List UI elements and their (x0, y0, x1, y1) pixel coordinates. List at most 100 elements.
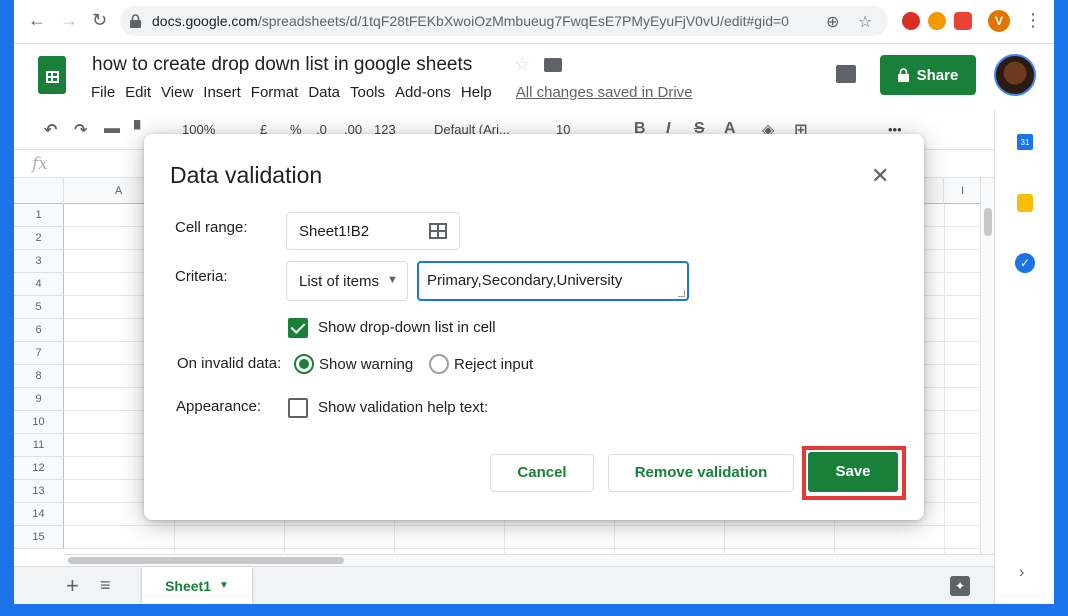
back-icon[interactable]: ← (28, 10, 46, 31)
all-sheets-icon[interactable]: ≡ (100, 575, 111, 596)
row-header[interactable]: 1 (14, 204, 64, 227)
address-bar[interactable]: docs.google.com/spreadsheets/d/1tqF28tFE… (120, 6, 888, 36)
horizontal-scrollbar[interactable] (64, 554, 994, 566)
menu-edit[interactable]: Edit (120, 84, 156, 101)
reject-input-radio[interactable] (429, 354, 449, 374)
menu-addons[interactable]: Add-ons (390, 84, 456, 101)
sheet-tab-label: Sheet1 (165, 577, 211, 594)
browser-profile-avatar[interactable]: V (988, 10, 1010, 32)
chevron-right-icon[interactable]: › (1019, 564, 1024, 582)
share-label: Share (916, 66, 959, 84)
side-panel: 31 ✓ › (994, 110, 1054, 604)
bookmark-star-icon[interactable]: ☆ (858, 12, 872, 32)
browser-toolbar: ← → ↻ docs.google.com/spreadsheets/d/1tq… (14, 0, 1054, 44)
cell-range-input[interactable]: Sheet1!B2 (286, 212, 460, 250)
appearance-label: Appearance: (176, 398, 262, 415)
vertical-scrollbar[interactable] (980, 178, 994, 554)
row-header[interactable]: 6 (14, 319, 64, 342)
share-button[interactable]: Share (880, 55, 976, 95)
menu-format[interactable]: Format (246, 84, 304, 101)
grid-row-line (64, 548, 982, 549)
lock-icon (897, 68, 909, 82)
reload-icon[interactable]: ↻ (92, 10, 107, 31)
browser-menu-icon[interactable]: ⋮ (1024, 10, 1042, 31)
row-header[interactable]: 2 (14, 227, 64, 250)
save-status-link[interactable]: All changes saved in Drive (511, 84, 698, 101)
horizontal-scroll-thumb[interactable] (68, 557, 344, 564)
menu-data[interactable]: Data (303, 84, 345, 101)
sheets-logo-icon[interactable] (38, 56, 66, 94)
zoom-icon[interactable]: ⊕ (826, 12, 839, 32)
row-header[interactable]: 8 (14, 365, 64, 388)
extension-icon[interactable] (902, 12, 920, 30)
row-header[interactable]: 3 (14, 250, 64, 273)
criteria-label: Criteria: (175, 268, 228, 285)
vertical-scroll-thumb[interactable] (984, 208, 992, 236)
close-icon[interactable]: ✕ (871, 165, 889, 187)
menu-view[interactable]: View (156, 84, 198, 101)
chevron-down-icon: ▼ (219, 580, 229, 591)
reject-input-label[interactable]: Reject input (454, 356, 533, 373)
row-header[interactable]: 9 (14, 388, 64, 411)
remove-validation-button[interactable]: Remove validation (608, 454, 794, 492)
show-dropdown-checkbox[interactable] (288, 318, 308, 338)
undo-icon[interactable]: ↶ (44, 120, 57, 140)
menu-tools[interactable]: Tools (345, 84, 390, 101)
help-text-label[interactable]: Show validation help text: (318, 399, 488, 416)
lock-icon (130, 14, 141, 28)
chevron-down-icon: ▼ (387, 274, 398, 286)
sheet-tab[interactable]: Sheet1 ▼ (142, 567, 252, 604)
add-sheet-icon[interactable]: + (66, 573, 79, 599)
row-header[interactable]: 7 (14, 342, 64, 365)
show-warning-label[interactable]: Show warning (319, 356, 413, 373)
comments-icon[interactable] (836, 65, 856, 83)
cell-range-value: Sheet1!B2 (299, 223, 370, 240)
help-text-checkbox[interactable] (288, 398, 308, 418)
column-header[interactable]: I (944, 178, 982, 204)
dialog-title: Data validation (170, 162, 323, 188)
forward-icon[interactable]: → (60, 10, 78, 31)
folder-icon[interactable] (544, 58, 562, 72)
data-validation-dialog: Data validation ✕ Cell range: Sheet1!B2 … (144, 134, 924, 520)
row-header[interactable]: 13 (14, 480, 64, 503)
menu-help[interactable]: Help (456, 84, 497, 101)
redo-icon[interactable]: ↷ (74, 120, 87, 140)
criteria-select[interactable]: List of items ▼ (286, 261, 408, 301)
select-all-corner[interactable] (14, 178, 64, 204)
grid-row-line (64, 525, 982, 526)
star-icon[interactable]: ☆ (514, 54, 530, 75)
menu-insert[interactable]: Insert (198, 84, 246, 101)
tasks-icon[interactable]: ✓ (1015, 253, 1035, 273)
list-items-input[interactable]: Primary,Secondary,University (417, 261, 689, 301)
row-header[interactable]: 10 (14, 411, 64, 434)
select-range-icon[interactable] (429, 223, 447, 239)
extension-icon[interactable] (928, 12, 946, 30)
show-dropdown-label[interactable]: Show drop-down list in cell (318, 319, 496, 336)
cancel-button[interactable]: Cancel (490, 454, 594, 492)
fx-icon: fx (32, 154, 48, 174)
sheet-tabs-bar: + ≡ Sheet1 ▼ ✦ (14, 566, 994, 604)
keep-icon[interactable] (1017, 194, 1033, 212)
row-header[interactable]: 11 (14, 434, 64, 457)
row-header[interactable]: 12 (14, 457, 64, 480)
cell-range-label: Cell range: (175, 219, 248, 236)
row-header[interactable]: 14 (14, 503, 64, 526)
print-icon[interactable]: ▬ (104, 120, 120, 138)
list-items-value: Primary,Secondary,University (427, 272, 623, 289)
show-warning-radio[interactable] (294, 354, 314, 374)
doc-header: how to create drop down list in google s… (14, 44, 1054, 110)
row-header[interactable]: 15 (14, 526, 64, 549)
resize-handle-icon[interactable] (678, 290, 685, 297)
calendar-icon[interactable]: 31 (1017, 134, 1033, 150)
menu-file[interactable]: File (86, 84, 120, 101)
explore-icon[interactable]: ✦ (950, 576, 970, 596)
criteria-value: List of items (299, 273, 380, 290)
save-button[interactable]: Save (808, 452, 898, 492)
extension-icon[interactable] (954, 12, 972, 30)
row-header[interactable]: 5 (14, 296, 64, 319)
row-header[interactable]: 4 (14, 273, 64, 296)
browser-window: ← → ↻ docs.google.com/spreadsheets/d/1tq… (14, 0, 1054, 604)
doc-title[interactable]: how to create drop down list in google s… (92, 54, 472, 76)
invalid-data-label: On invalid data: (177, 355, 282, 372)
user-avatar[interactable] (994, 54, 1036, 96)
